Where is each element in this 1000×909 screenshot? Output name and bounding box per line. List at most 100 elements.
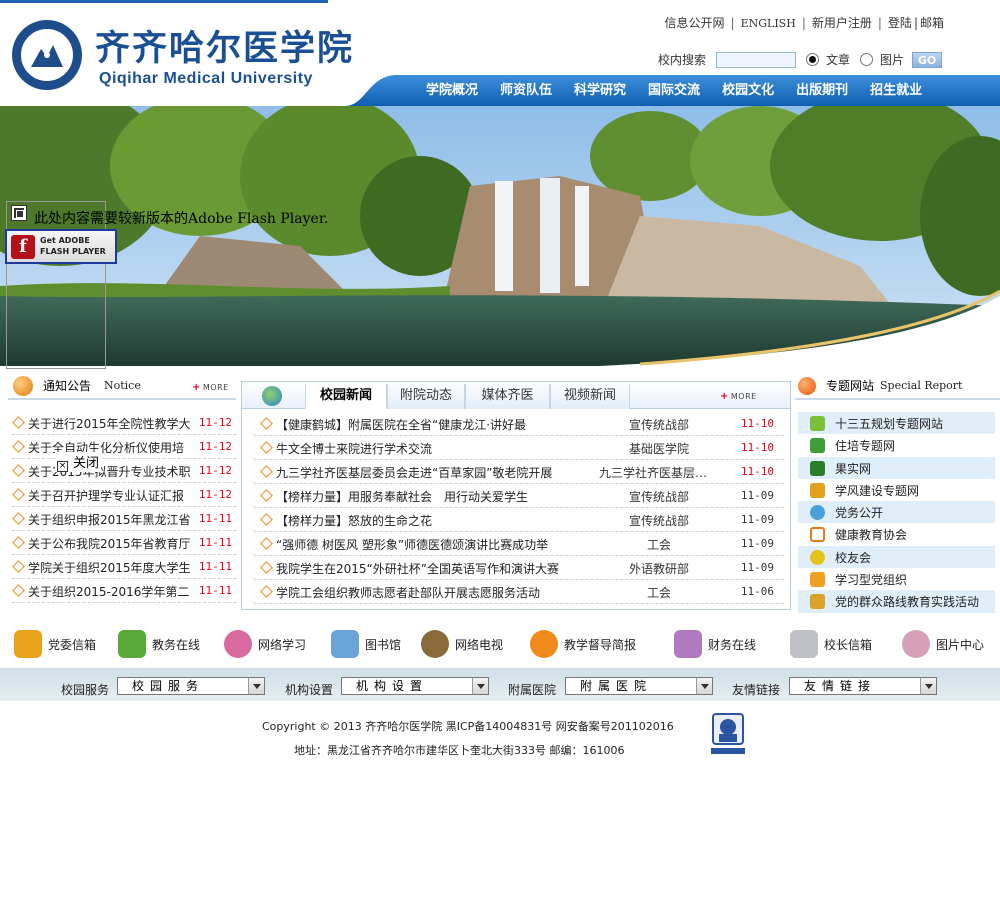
quicklink-photo-center[interactable]: 图片中心 <box>902 628 984 660</box>
quicklink-label: 校长信箱 <box>824 637 873 652</box>
logo-mountain-icon <box>31 45 63 67</box>
tab-hospital-news[interactable]: 附院动态 <box>387 384 465 409</box>
nav-culture[interactable]: 校园文化 <box>722 75 774 106</box>
tab-campus-news[interactable]: 校园新闻 <box>305 384 387 409</box>
bullet-icon <box>260 585 273 598</box>
special-link-party-affairs[interactable]: 党务公开 <box>798 501 995 524</box>
quicklink-academic-online[interactable]: 教务在线 <box>118 628 200 660</box>
link-info-disclosure[interactable]: 信息公开网 <box>665 16 725 30</box>
online-learning-icon <box>224 630 252 658</box>
special-link-study-style[interactable]: 学风建设专题网 <box>798 479 995 501</box>
notice-header: 通知公告 Notice + MORE <box>8 373 236 400</box>
main-nav: 学院概况 师资队伍 科学研究 国际交流 校园文化 出版期刊 招生就业 <box>0 75 1000 106</box>
search-go-button[interactable]: GO <box>912 51 943 68</box>
campus-service-label: 校园服务 <box>61 683 110 697</box>
special-link-residency[interactable]: 住培专题网 <box>798 434 995 456</box>
flash-close-button[interactable]: × 关闭 <box>55 452 102 472</box>
nav-admissions[interactable]: 招生就业 <box>870 75 922 106</box>
special-link-learning-party[interactable]: 学习型党组织 <box>798 568 995 590</box>
affiliated-hospital-select[interactable]: 附属医院 <box>565 677 713 695</box>
news-more-link[interactable]: + MORE <box>720 391 757 402</box>
nav-faculty[interactable]: 师资队伍 <box>500 75 552 106</box>
flash-logo-icon: f <box>11 235 35 259</box>
quicklink-library[interactable]: 图书馆 <box>331 628 401 660</box>
police-badge-icon[interactable] <box>707 712 749 758</box>
news-item[interactable]: 学院工会组织教师志愿者赴部队开展志愿服务活动 工会 11-06 <box>254 580 784 604</box>
bullet-icon <box>260 417 273 430</box>
quicklink-web-tv[interactable]: 网络电视 <box>421 628 503 660</box>
alumni-icon <box>810 549 825 565</box>
quicklink-online-learning[interactable]: 网络学习 <box>224 628 306 660</box>
bullet-icon <box>260 537 273 550</box>
special-link-fruit[interactable]: 果实网 <box>798 456 995 479</box>
news-item[interactable]: 【健康鹤城】附属医院在全省“健康龙江·讲好最 宣传统战部 11-10 <box>254 412 784 436</box>
link-register[interactable]: 新用户注册 <box>812 16 872 30</box>
notice-item-date: 11-12 <box>198 440 232 453</box>
org-structure-select[interactable]: 机构设置 <box>341 677 489 695</box>
quick-links-bar: 党委信箱 教务在线 网络学习 图书馆 网络电视 教学督导简报 财务在线 校长信箱… <box>0 624 1000 664</box>
special-report-header: 专题网站 Special Report <box>795 373 1000 400</box>
special-link-mass-line[interactable]: 党的群众路线教育实践活动 <box>798 590 995 613</box>
teaching-report-icon <box>530 630 558 658</box>
tab-media-news[interactable]: 媒体齐医 <box>465 384 550 409</box>
tab-video-news[interactable]: 视频新闻 <box>550 384 630 409</box>
nav-international[interactable]: 国际交流 <box>648 75 700 106</box>
notice-item[interactable]: 关于组织申报2015年黑龙江省 11-11 <box>12 507 236 531</box>
quicklink-party-mailbox[interactable]: 党委信箱 <box>14 628 96 660</box>
special-link-13th-plan[interactable]: 十三五规划专题网站 <box>798 412 995 435</box>
link-mail[interactable]: 邮箱 <box>920 16 944 30</box>
news-item[interactable]: 【榜样力量】用服务奉献社会 用行动关爱学生 宣传统战部 11-09 <box>254 484 784 508</box>
notice-item[interactable]: 关于召开护理学专业认证汇报 11-12 <box>12 483 236 507</box>
special-link-alumni[interactable]: 校友会 <box>798 545 995 569</box>
notice-item-title: 关于2015年拟晋升专业技术职 <box>28 465 190 479</box>
bullet-icon <box>12 584 25 597</box>
news-item[interactable]: 九三学社齐医基层委员会走进“百草家园”敬老院开展 九三学社齐医基层委员会 11-10 <box>254 460 784 484</box>
notice-panel: 通知公告 Notice + MORE 关于进行2015年全院性教学大 11-12 关… <box>8 373 236 607</box>
special-report-title-en: Special Report <box>880 379 963 392</box>
chevron-down-icon[interactable] <box>472 678 488 694</box>
special-link-health-education[interactable]: 健康教育协会 <box>798 523 995 545</box>
special-link-label: 党的群众路线教育实践活动 <box>835 595 980 610</box>
quicklink-teaching-report[interactable]: 教学督导简报 <box>530 628 636 660</box>
chevron-down-icon[interactable] <box>696 678 712 694</box>
nav-journals[interactable]: 出版期刊 <box>796 75 848 106</box>
news-item[interactable]: 牛文全博士来院进行学术交流 基础医学院 11-10 <box>254 436 784 460</box>
chevron-down-icon[interactable] <box>248 678 264 694</box>
notice-item[interactable]: 关于进行2015年全院性教学大 11-12 <box>12 411 236 435</box>
search-input[interactable] <box>716 51 797 68</box>
notice-item[interactable]: 关于2015年拟晋升专业技术职 11-12 <box>12 459 236 483</box>
link-login[interactable]: 登陆 <box>888 16 912 30</box>
get-flash-line1: Get ADOBE <box>40 236 90 245</box>
quicklink-president-mailbox[interactable]: 校长信箱 <box>790 628 872 660</box>
link-english[interactable]: ENGLISH <box>741 17 796 30</box>
news-item[interactable]: 【榜样力量】怒放的生命之花 宣传统战部 11-09 <box>254 508 784 532</box>
campus-service-select[interactable]: 校园服务 <box>117 677 265 695</box>
chevron-down-icon[interactable] <box>920 678 936 694</box>
radio-image[interactable] <box>860 53 874 66</box>
divider: | <box>730 16 735 30</box>
news-item-date: 11-10 <box>740 465 774 478</box>
nav-research[interactable]: 科学研究 <box>574 75 626 106</box>
special-report-icon <box>798 377 816 395</box>
get-flash-player-button[interactable]: f Get ADOBE FLASH PLAYER <box>5 229 117 264</box>
special-link-label: 住培专题网 <box>835 439 896 454</box>
friend-links-select[interactable]: 友情链接 <box>789 677 937 695</box>
quicklink-label: 网络电视 <box>455 637 504 652</box>
quicklink-finance-online[interactable]: 财务在线 <box>674 628 756 660</box>
notice-item[interactable]: 学院关于组织2015年度大学生 11-11 <box>12 555 236 579</box>
notice-item[interactable]: 关于全自动生化分析仪使用培 11-12 <box>12 435 236 459</box>
news-item-date: 11-09 <box>740 561 774 574</box>
nav-about[interactable]: 学院概况 <box>426 75 478 106</box>
quicklink-label: 图片中心 <box>936 637 985 652</box>
news-item-title: 九三学社齐医基层委员会走进“百草家园”敬老院开展 <box>276 466 553 480</box>
news-item[interactable]: 我院学生在2015“外研社杯”全国英语写作和演讲大赛 外语教研部 11-09 <box>254 556 784 580</box>
notice-item[interactable]: 关于组织2015-2016学年第二 11-11 <box>12 579 236 603</box>
special-link-label: 党务公开 <box>835 506 884 521</box>
party-mailbox-icon <box>14 630 42 658</box>
notice-more-link[interactable]: + MORE <box>192 382 229 393</box>
news-tabs: 校园新闻 附院动态 媒体齐医 视频新闻 + MORE <box>242 382 790 409</box>
news-item-title: 【健康鹤城】附属医院在全省“健康龙江·讲好最 <box>276 418 527 432</box>
radio-article[interactable] <box>806 53 820 66</box>
notice-item[interactable]: 关于公布我院2015年省教育厅 11-11 <box>12 531 236 555</box>
news-item[interactable]: “强师德 树医风 塑形象”师德医德颂演讲比赛成功举 工会 11-09 <box>254 532 784 556</box>
